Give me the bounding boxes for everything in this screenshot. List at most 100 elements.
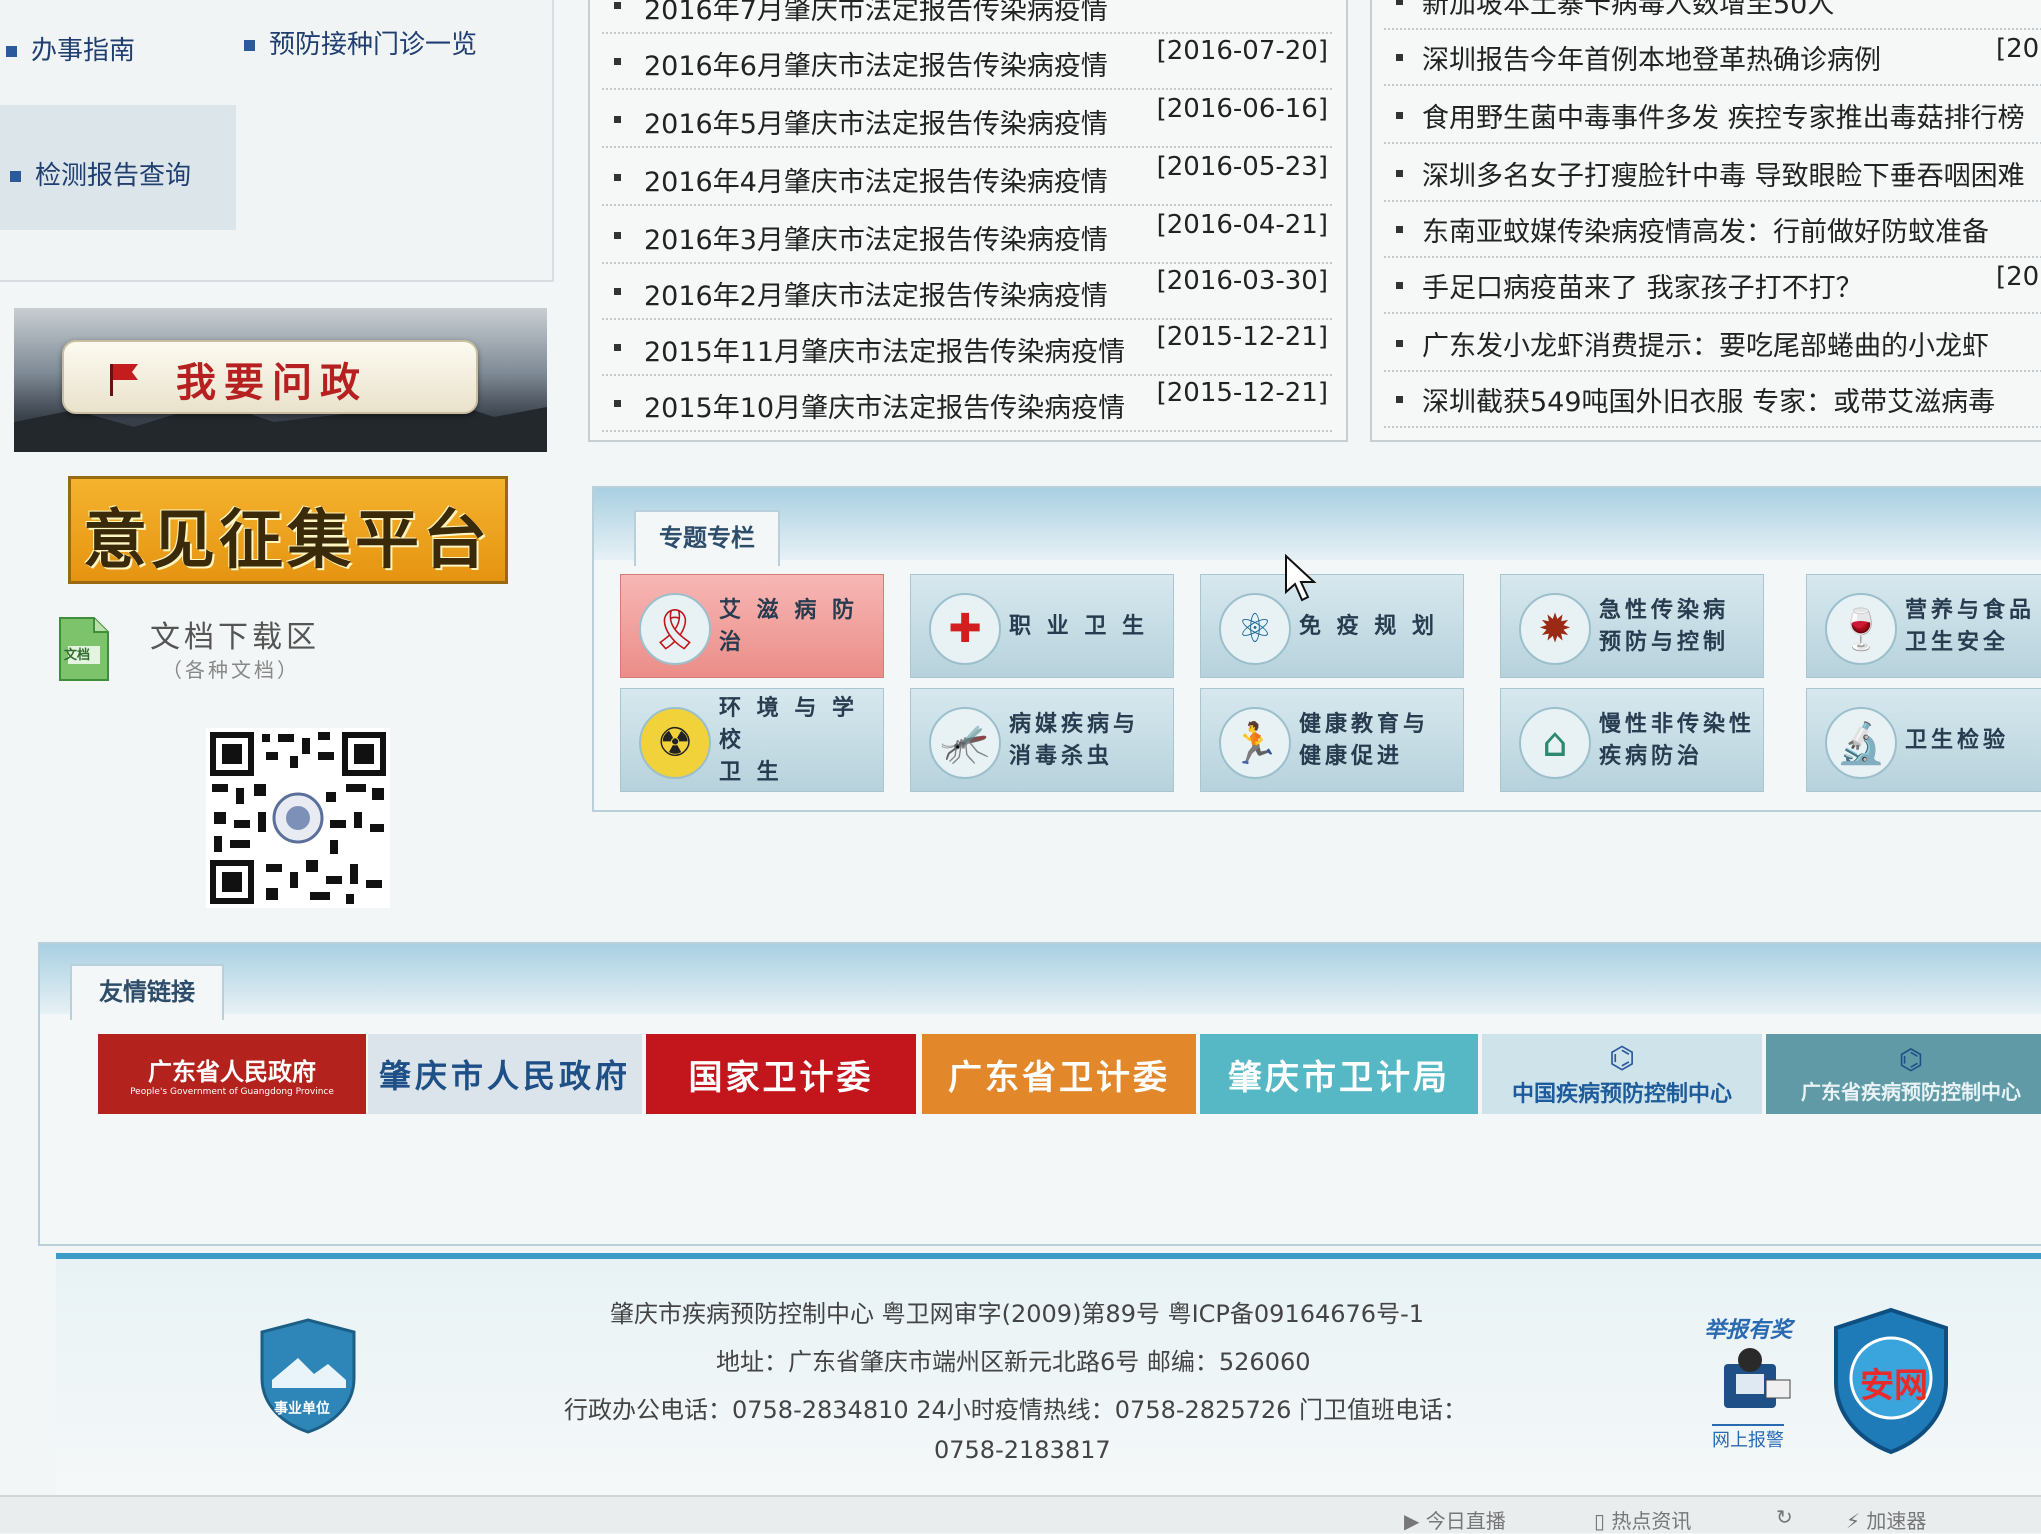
news-item[interactable]: 深圳报告今年首例本地登革热确诊病例 [201 (1384, 28, 2041, 86)
topics-tab[interactable]: 专题专栏 (634, 510, 780, 566)
link-nhfpc[interactable]: 国家卫计委 (646, 1034, 916, 1114)
status-refresh-icon[interactable]: ↻ (1776, 1505, 1793, 1529)
bullet-icon (614, 232, 621, 239)
topic-health-inspection[interactable]: 🔬 卫生检验 (1806, 688, 2041, 792)
red-ribbon-icon: 🎗 (639, 593, 711, 665)
opinion-platform-banner[interactable]: 意见征集平台 (68, 476, 508, 584)
news-title[interactable]: 2016年4月肇庆市法定报告传染病疫情 (644, 160, 1108, 199)
link-label: 广东省疾病预防控制中心 (1801, 1080, 2021, 1104)
topic-vector-disease[interactable]: 🦟 病媒疾病与 消毒杀虫 (910, 688, 1174, 792)
news-item[interactable]: 2016年2月肇庆市法定报告传染病疫情 [2016-03-30] (602, 262, 1332, 320)
link-zhaoqing-gov[interactable]: 肇庆市人民政府 (368, 1034, 642, 1114)
report-reward-label: 举报有奖 (1704, 1318, 1793, 1343)
footer-copyright: 肇庆市疾病预防控制中心 粤卫网审字(2009)第89号 粤ICP备0916467… (610, 1300, 1424, 1328)
news-title[interactable]: 深圳多名女子打瘦脸针中毒 导致眼睑下垂吞咽困难 (1422, 154, 2025, 193)
topic-aids[interactable]: 🎗 艾 滋 病 防 治 (620, 574, 884, 678)
news-title[interactable]: 食用野生菌中毒事件多发 疾控专家推出毒菇排行榜 (1422, 96, 2025, 135)
bullet-icon (1396, 170, 1403, 177)
links-tab[interactable]: 友情链接 (70, 964, 224, 1020)
news-title[interactable]: 2016年7月肇庆市法定报告传染病疫情 (644, 0, 1108, 27)
news-item[interactable]: 2016年7月肇庆市法定报告传染病疫情 (602, 0, 1332, 34)
bullet-icon (614, 116, 621, 123)
news-title[interactable]: 2015年10月肇庆市法定报告传染病疫情 (644, 386, 1125, 425)
news-title[interactable]: 2016年6月肇庆市法定报告传染病疫情 (644, 44, 1108, 83)
nav-link-label: 办事指南 (31, 36, 136, 66)
nav-link-report-query[interactable]: 检测报告查询 (10, 155, 191, 192)
police-icon (1724, 1348, 1791, 1408)
topic-food-safety[interactable]: 🍷 营养与食品 卫生安全 (1806, 574, 2041, 678)
news-date: [2016-03-30] (1156, 266, 1328, 296)
news-item[interactable]: 2016年4月肇庆市法定报告传染病疫情 [2016-05-23] (602, 148, 1332, 206)
topics-header-bar (594, 488, 2041, 560)
report-reward-badge[interactable]: 举报有奖 网上报警 (1700, 1308, 1810, 1454)
link-label: 国家卫计委 (688, 1057, 874, 1098)
virus-icon: ✹ (1519, 593, 1591, 665)
link-guangdong-gov[interactable]: 广东省人民政府 People's Government of Guangdong… (98, 1034, 366, 1114)
bullet-icon (1396, 54, 1403, 61)
bullet-icon (1396, 112, 1403, 119)
link-guangdong-cdc[interactable]: ⌬ 广东省疾病预防控制中心 (1766, 1034, 2041, 1114)
news-item[interactable]: 2015年10月肇庆市法定报告传染病疫情 [2015-12-21] (602, 374, 1332, 432)
friendly-links-panel: 友情链接 广东省人民政府 People's Government of Guan… (38, 942, 2041, 1246)
link-guangdong-hfpc[interactable]: 广东省卫计委 (922, 1034, 1196, 1114)
house-icon: ⌂ (1519, 707, 1591, 779)
bullet-icon (614, 344, 621, 351)
news-title[interactable]: 东南亚蚊媒传染病疫情高发：行前做好防蚊准备 (1422, 210, 1989, 249)
news-title[interactable]: 2016年3月肇庆市法定报告传染病疫情 (644, 218, 1108, 257)
wyz-button[interactable]: 我要问政 (62, 340, 478, 414)
link-label: 肇庆市人民政府 (378, 1057, 631, 1095)
topic-label: 病媒疾病与 消毒杀虫 (1009, 712, 1140, 769)
status-accelerator-label: 加速器 (1866, 1509, 1927, 1533)
topic-occupational-health[interactable]: ✚ 职 业 卫 生 (910, 574, 1174, 678)
bullet-icon (614, 400, 621, 407)
news-item[interactable]: 深圳多名女子打瘦脸针中毒 导致眼睑下垂吞咽困难 (1384, 144, 2041, 202)
public-institution-badge[interactable]: 事业单位 (258, 1318, 358, 1434)
health-news-list: 新加坡本土寨卡病毒人数增至50人 深圳报告今年首例本地登革热确诊病例 [201 食… (1370, 0, 2041, 442)
topic-health-education[interactable]: 🏃 健康教育与 健康促进 (1200, 688, 1464, 792)
nav-link-vaccination[interactable]: 预防接种门诊一览 (244, 24, 477, 61)
red-flag-icon (110, 364, 138, 396)
news-title[interactable]: 深圳截获549吨国外旧衣服 专家：或带艾滋病毒 (1422, 380, 1995, 419)
document-icon-text: 文档 (64, 648, 91, 663)
news-item[interactable]: 新加坡本土寨卡病毒人数增至50人 (1384, 0, 2041, 30)
document-download-title[interactable]: 文档下载区 (150, 612, 320, 656)
microscope-icon: 🔬 (1825, 707, 1897, 779)
news-item[interactable]: 2015年11月肇庆市法定报告传染病疫情 [2015-12-21] (602, 318, 1332, 376)
safe-web-badge[interactable]: 安网 (1830, 1306, 1952, 1456)
news-item[interactable]: 食用野生菌中毒事件多发 疾控专家推出毒菇排行榜 (1384, 86, 2041, 144)
bullet-icon (1396, 226, 1403, 233)
news-title[interactable]: 2016年5月肇庆市法定报告传染病疫情 (644, 102, 1108, 141)
news-title[interactable]: 广东发小龙虾消费提示：要吃尾部蜷曲的小龙虾 (1422, 324, 1989, 363)
footer-phones: 行政办公电话：0758-2834810 24小时疫情热线：0758-282572… (564, 1396, 1468, 1424)
news-item[interactable]: 2016年6月肇庆市法定报告传染病疫情 [2016-07-20] (602, 32, 1332, 90)
news-item[interactable]: 手足口病疫苗来了 我家孩子打不打？ [2016 (1384, 256, 2041, 314)
news-date: [2016-06-16] (1156, 94, 1328, 124)
news-item[interactable]: 2016年3月肇庆市法定报告传染病疫情 [2016-04-21] (602, 206, 1332, 264)
news-title[interactable]: 2015年11月肇庆市法定报告传染病疫情 (644, 330, 1125, 369)
news-title[interactable]: 2016年2月肇庆市法定报告传染病疫情 (644, 274, 1108, 313)
news-item[interactable]: 深圳截获549吨国外旧衣服 专家：或带艾滋病毒 (1384, 370, 2041, 428)
news-item[interactable]: 2016年5月肇庆市法定报告传染病疫情 [2016-06-16] (602, 90, 1332, 148)
link-zhaoqing-hfpb[interactable]: 肇庆市卫计局 (1200, 1034, 1478, 1114)
news-item[interactable]: 广东发小龙虾消费提示：要吃尾部蜷曲的小龙虾 (1384, 314, 2041, 372)
news-title[interactable]: 手足口病疫苗来了 我家孩子打不打？ (1422, 266, 1863, 305)
topic-immunization[interactable]: ⚛ 免 疫 规 划 (1200, 574, 1464, 678)
topic-label: 艾 滋 病 防 治 (719, 598, 858, 655)
news-title[interactable]: 深圳报告今年首例本地登革热确诊病例 (1422, 38, 1881, 77)
news-item[interactable]: 东南亚蚊媒传染病疫情高发：行前做好防蚊准备 (1384, 200, 2041, 258)
link-china-cdc[interactable]: ⌬ 中国疾病预防控制中心 (1482, 1034, 1762, 1114)
status-news-item[interactable]: ▯ 热点资讯 (1594, 1505, 1691, 1534)
topic-environment-school[interactable]: ☢ 环 境 与 学 校 卫 生 (620, 688, 884, 792)
status-live-item[interactable]: ▶ 今日直播 (1404, 1505, 1506, 1534)
bullet-icon (1396, 282, 1403, 289)
topic-chronic-disease[interactable]: ⌂ 慢性非传染性 疾病防治 (1500, 688, 1764, 792)
topic-acute-infectious[interactable]: ✹ 急性传染病 预防与控制 (1500, 574, 1764, 678)
status-accelerator-item[interactable]: ⚡ 加速器 (1846, 1505, 1926, 1534)
opinion-platform-label: 意见征集平台 (83, 504, 491, 578)
red-cross-icon: ✚ (929, 593, 1001, 665)
nav-link-guide[interactable]: 办事指南 (6, 30, 135, 67)
bullet-icon (10, 171, 21, 182)
news-title[interactable]: 新加坡本土寨卡病毒人数增至50人 (1422, 0, 1834, 21)
wyz-banner[interactable]: 我要问政 (14, 308, 547, 452)
epidemic-report-list: 2016年7月肇庆市法定报告传染病疫情 2016年6月肇庆市法定报告传染病疫情 [… (588, 0, 1348, 442)
